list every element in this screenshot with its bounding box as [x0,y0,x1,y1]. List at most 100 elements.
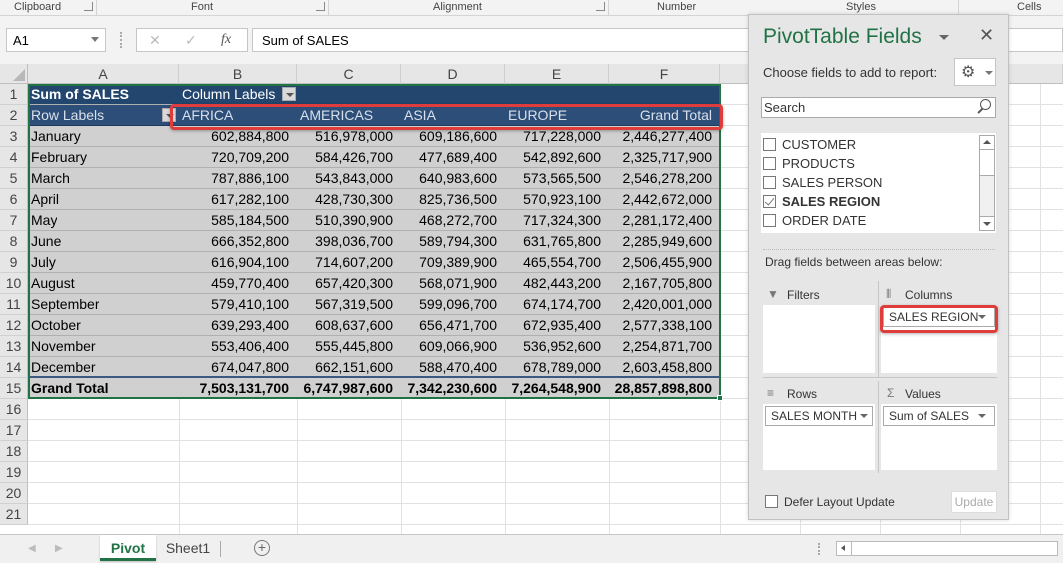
row-labels-filter-button[interactable] [162,108,176,122]
pivot-value-cell[interactable]: 459,770,400 [179,273,297,294]
columns-drop-area[interactable]: SALES REGION [881,305,997,373]
row-header[interactable]: 10 [0,273,28,294]
pivot-value-cell[interactable]: 640,983,600 [401,168,505,189]
close-icon[interactable]: ✕ [979,25,994,46]
pivot-value-cell[interactable]: 674,047,800 [179,357,297,378]
rows-field-chip[interactable]: SALES MONTH [765,406,873,426]
name-box[interactable]: A1 [6,28,106,52]
pivot-value-cell[interactable]: 588,470,400 [401,357,505,378]
pivot-value-cell[interactable]: 2,254,871,700 [609,336,720,357]
column-header-a[interactable]: A [28,64,179,84]
resize-handle[interactable] [120,32,122,48]
pivot-value-cell[interactable]: 2,506,455,900 [609,252,720,273]
column-header-d[interactable]: D [401,64,505,84]
values-field-chip[interactable]: Sum of SALES [883,406,995,426]
row-header[interactable]: 3 [0,126,28,147]
scroll-split-handle[interactable] [818,543,820,555]
pivot-value-cell[interactable]: 599,096,700 [401,294,505,315]
row-label[interactable]: April [31,189,59,210]
pivot-value-cell[interactable]: 717,228,000 [505,126,609,147]
row-header[interactable]: 12 [0,315,28,336]
enter-icon[interactable]: ✓ [185,32,197,49]
row-label[interactable]: December [31,357,96,378]
field-search-input[interactable]: Search [761,97,996,118]
row-label[interactable]: July [31,252,56,273]
field-checkbox[interactable] [763,195,776,208]
row-labels-header[interactable]: Row Labels [31,105,104,126]
sheet-tab-pivot[interactable]: Pivot [100,535,156,561]
region-header-americas[interactable]: AMERICAS [300,105,373,126]
scroll-thumb[interactable] [980,150,994,176]
row-header[interactable]: 6 [0,189,28,210]
pivot-value-cell[interactable]: 656,471,700 [401,315,505,336]
update-button[interactable]: Update [951,491,997,513]
add-sheet-icon[interactable]: + [254,540,270,556]
pane-options-chevron-icon[interactable] [939,35,949,40]
pivot-value-cell[interactable]: 555,445,800 [297,336,401,357]
filters-drop-area[interactable] [763,305,875,373]
pivot-value-cell[interactable]: 465,554,700 [505,252,609,273]
field-checkbox[interactable] [763,176,776,189]
field-checkbox[interactable] [763,138,776,151]
alignment-launcher-icon[interactable] [596,2,605,11]
row-header[interactable]: 18 [0,441,28,462]
pivot-value-cell[interactable]: 477,689,400 [401,147,505,168]
pivot-value-cell[interactable]: 608,637,600 [297,315,401,336]
row-header[interactable]: 9 [0,252,28,273]
grand-total-value[interactable]: 28,857,898,800 [609,378,720,399]
row-label[interactable]: January [31,126,81,147]
row-header[interactable]: 5 [0,168,28,189]
region-header-africa[interactable]: AFRICA [182,105,233,126]
row-label[interactable]: May [31,210,57,231]
pivot-value-cell[interactable]: 568,071,900 [401,273,505,294]
chevron-down-icon[interactable] [978,315,986,319]
row-header[interactable]: 4 [0,147,28,168]
pivot-value-cell[interactable]: 482,443,200 [505,273,609,294]
pivot-value-label[interactable]: Sum of SALES [31,84,129,105]
pivot-value-cell[interactable]: 2,546,278,200 [609,168,720,189]
column-labels-header[interactable]: Column Labels [182,84,275,105]
pivot-value-cell[interactable]: 709,389,900 [401,252,505,273]
chevron-down-icon[interactable] [978,414,986,418]
row-header[interactable]: 8 [0,231,28,252]
pivot-value-cell[interactable]: 585,184,500 [179,210,297,231]
row-header[interactable]: 21 [0,504,28,525]
search-icon[interactable] [980,99,991,110]
row-label[interactable]: November [31,336,96,357]
row-header[interactable]: 2 [0,105,28,126]
pivot-value-cell[interactable]: 602,884,800 [179,126,297,147]
chevron-down-icon[interactable] [91,37,99,42]
pivot-value-cell[interactable]: 589,794,300 [401,231,505,252]
pivot-value-cell[interactable]: 662,151,600 [297,357,401,378]
grand-total-value[interactable]: 7,503,131,700 [179,378,297,399]
pivot-value-cell[interactable]: 510,390,900 [297,210,401,231]
row-header[interactable]: 20 [0,483,28,504]
font-launcher-icon[interactable] [316,2,325,11]
scroll-up-icon[interactable] [980,136,994,150]
pivot-value-cell[interactable]: 617,282,100 [179,189,297,210]
pivot-value-cell[interactable]: 2,446,277,400 [609,126,720,147]
pivot-value-cell[interactable]: 573,565,500 [505,168,609,189]
pivot-value-cell[interactable]: 567,319,500 [297,294,401,315]
row-header[interactable]: 13 [0,336,28,357]
pivot-value-cell[interactable]: 2,325,717,900 [609,147,720,168]
row-header[interactable]: 19 [0,462,28,483]
pivot-value-cell[interactable]: 579,410,100 [179,294,297,315]
pivot-value-cell[interactable]: 543,843,000 [297,168,401,189]
row-header[interactable]: 7 [0,210,28,231]
row-header[interactable]: 1 [0,84,28,105]
column-header-b[interactable]: B [179,64,297,84]
scroll-tabs-right-icon[interactable]: ▶ [55,543,63,554]
pivot-value-cell[interactable]: 717,324,300 [505,210,609,231]
region-header-europe[interactable]: EUROPE [508,105,567,126]
chevron-down-icon[interactable] [860,414,868,418]
tools-button[interactable]: ⚙ [954,58,996,86]
row-label[interactable]: March [31,168,70,189]
pivot-value-cell[interactable]: 2,577,338,100 [609,315,720,336]
row-header[interactable]: 16 [0,399,28,420]
pivot-value-cell[interactable]: 631,765,800 [505,231,609,252]
row-header[interactable]: 15 [0,378,28,399]
row-header[interactable]: 11 [0,294,28,315]
cancel-icon[interactable]: ✕ [149,32,161,49]
row-header[interactable]: 17 [0,420,28,441]
